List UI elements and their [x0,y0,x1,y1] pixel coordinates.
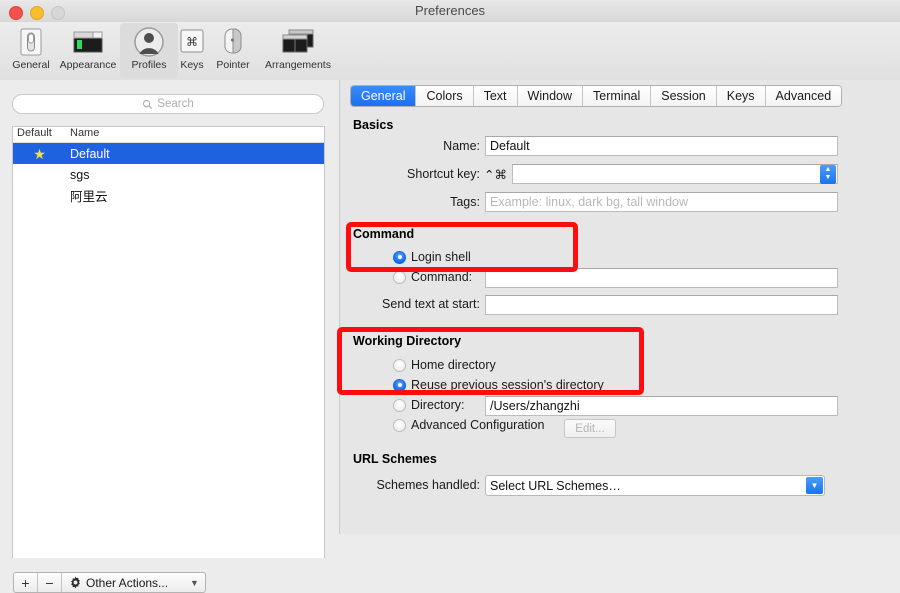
schemes-handled-value: Select URL Schemes… [490,479,621,493]
working-directory-section-title: Working Directory [353,334,462,348]
radio-indicator [393,250,406,264]
toolbar-item-pointer[interactable]: Pointer [209,23,257,78]
shortcut-key-field[interactable] [512,164,838,184]
remove-profile-button[interactable]: − [38,573,62,592]
toolbar-label: General [12,59,50,71]
svg-text:⌘: ⌘ [186,35,198,49]
profile-name: 阿里云 [70,190,108,204]
command-section-title: Command [353,227,415,241]
profiles-action-bar: + − Other Actions... ▼ [13,572,206,593]
list-item[interactable]: 阿里云 [13,185,324,206]
settings-tabs: General Colors Text Window Terminal Sess… [350,85,843,107]
name-label: Name: [443,139,480,153]
shortcut-key-label: Shortcut key: [407,167,480,181]
command-label: Command: [411,270,473,284]
profiles-sidebar: Search Default Name ★ Default sgs 阿里云 + [0,80,340,593]
profile-settings-pane: General Colors Text Window Terminal Sess… [340,80,900,534]
advanced-configuration-label: Advanced Configuration [411,418,545,432]
profiles-person-icon [120,25,178,59]
tab-session[interactable]: Session [651,86,717,106]
search-input[interactable]: Search [12,94,324,114]
basics-section-title: Basics [353,118,394,132]
column-header-default: Default [17,127,52,139]
shortcut-key-stepper[interactable]: ▲ ▼ [820,164,836,184]
tab-general[interactable]: General [351,86,417,106]
toolbar-item-arrangements[interactable]: Arrangements [256,23,340,78]
search-icon [143,99,153,109]
list-item[interactable]: ★ Default [13,143,324,164]
appearance-window-icon [57,25,119,59]
tab-text[interactable]: Text [473,86,518,106]
arrangements-windows-icon [256,25,340,59]
directory-radio[interactable]: Directory: [393,398,464,412]
directory-label: Directory: [411,398,465,412]
tags-label: Tags: [450,195,480,209]
tab-keys[interactable]: Keys [716,86,766,106]
toolbar-label: Profiles [131,59,167,71]
add-profile-button[interactable]: + [14,573,38,592]
command-radio[interactable]: Command: [393,270,472,284]
radio-indicator [393,270,406,284]
send-text-at-start-field[interactable] [485,295,838,315]
home-directory-radio[interactable]: Home directory [393,358,496,372]
reuse-previous-directory-radio[interactable]: Reuse previous session's directory [393,378,604,392]
keys-command-key-icon: ⌘ [176,25,208,59]
toolbar-item-keys[interactable]: ⌘ Keys [176,23,208,78]
command-field[interactable] [485,268,838,288]
search-placeholder: Search [157,98,194,110]
tags-field[interactable]: Example: linux, dark bg, tall window [485,192,838,212]
title-bar: Preferences [0,0,900,23]
chevron-up-icon: ▲ [824,166,832,173]
list-item[interactable]: sgs [13,164,324,185]
toolbar-item-general[interactable]: General [2,23,60,78]
home-directory-label: Home directory [411,358,496,372]
schemes-handled-select[interactable]: Select URL Schemes… ▼ [485,475,825,496]
radio-indicator [393,418,406,432]
radio-indicator [393,358,406,372]
gear-icon [71,576,80,589]
toolbar-item-profiles[interactable]: Profiles [120,23,178,78]
profile-name: Default [70,146,110,161]
toolbar-label: Arrangements [265,59,331,71]
toolbar-item-appearance[interactable]: Appearance [57,23,119,78]
name-field[interactable]: Default [485,136,838,156]
shortcut-modifier-symbols: ⌃⌘ [484,168,507,182]
tab-terminal[interactable]: Terminal [583,86,652,106]
chevron-down-icon: ▼ [806,477,823,494]
profiles-list-header: Default Name [13,127,324,143]
login-shell-radio[interactable]: Login shell [393,250,471,264]
url-schemes-section-title: URL Schemes [353,452,437,466]
edit-button[interactable]: Edit... [564,419,616,438]
column-header-name: Name [70,127,100,139]
toolbar-label: Pointer [216,59,250,71]
advanced-configuration-radio[interactable]: Advanced Configuration [393,418,544,432]
other-actions-label: Other Actions... [86,575,169,590]
other-actions-button[interactable]: Other Actions... ▼ [62,573,205,592]
pointer-mouse-icon [209,25,257,59]
window-title: Preferences [414,3,486,18]
schemes-handled-label: Schemes handled: [376,478,480,492]
radio-indicator [393,378,406,392]
radio-indicator [393,398,406,412]
preferences-window: Preferences General Appearance Profiles … [0,0,900,593]
general-switch-icon [2,25,60,59]
tab-advanced[interactable]: Advanced [765,86,842,106]
profile-name: sgs [70,167,90,182]
tab-window[interactable]: Window [517,86,584,106]
preferences-toolbar: General Appearance Profiles ⌘ Keys Point… [0,22,900,81]
send-text-at-start-label: Send text at start: [382,297,480,311]
chevron-down-icon: ▼ [824,174,832,181]
reuse-previous-directory-label: Reuse previous session's directory [411,378,604,392]
chevron-down-icon: ▼ [190,577,199,588]
default-star-icon[interactable]: ★ [13,147,66,161]
tab-colors[interactable]: Colors [416,86,474,106]
profiles-list[interactable]: Default Name ★ Default sgs 阿里云 [12,126,325,558]
login-shell-label: Login shell [411,250,471,264]
directory-field[interactable]: /Users/zhangzhi [485,396,838,416]
toolbar-label: Keys [180,59,204,71]
toolbar-label: Appearance [59,59,117,71]
